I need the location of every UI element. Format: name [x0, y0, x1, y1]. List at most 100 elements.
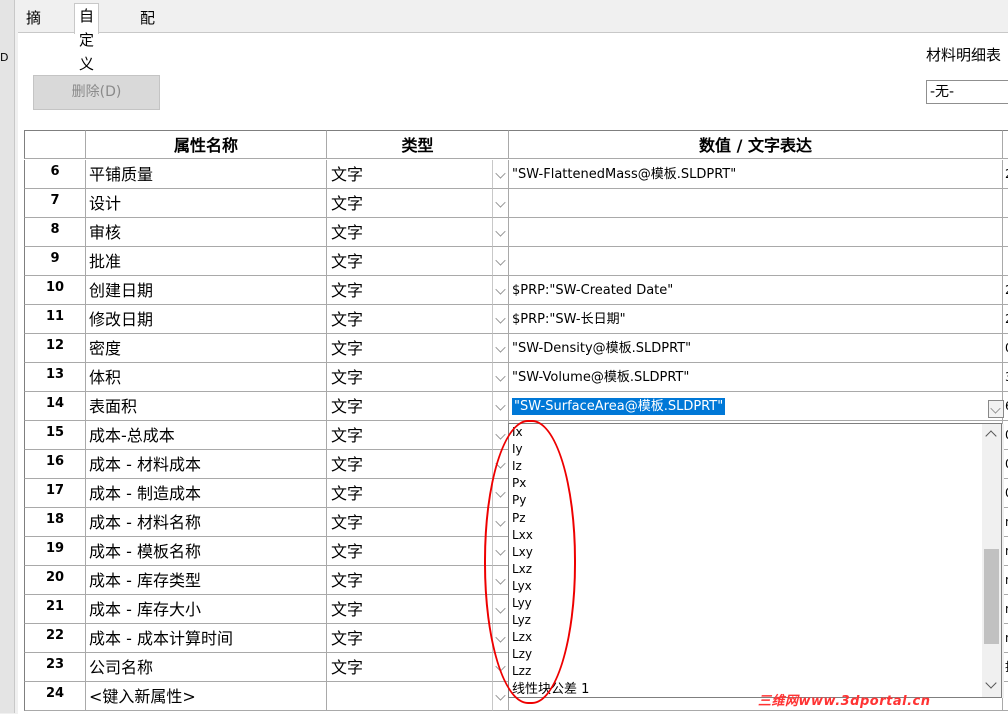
- type-cell[interactable]: 文字: [327, 392, 492, 421]
- property-name-cell[interactable]: 公司名称: [86, 653, 327, 682]
- type-cell[interactable]: 文字: [327, 247, 492, 276]
- type-cell[interactable]: 文字: [327, 421, 492, 450]
- type-cell[interactable]: 文字: [327, 363, 492, 392]
- dropdown-option[interactable]: Ix: [512, 424, 523, 441]
- type-dropdown-button[interactable]: [492, 508, 509, 537]
- type-cell[interactable]: 文字: [327, 276, 492, 305]
- type-dropdown-button[interactable]: [492, 160, 509, 189]
- type-dropdown-button[interactable]: [492, 566, 509, 595]
- dropdown-option[interactable]: Lzz: [512, 663, 531, 680]
- type-cell[interactable]: 文字: [327, 566, 492, 595]
- type-cell[interactable]: 文字: [327, 305, 492, 334]
- table-row[interactable]: 12密度文字 "SW-Density@模板.SLDPRT" 0: [24, 334, 1008, 363]
- property-name-cell[interactable]: 成本 - 制造成本: [86, 479, 327, 508]
- dropdown-option[interactable]: Lxz: [512, 561, 532, 578]
- property-name-cell[interactable]: 成本 - 材料成本: [86, 450, 327, 479]
- property-name-cell[interactable]: 成本 - 模板名称: [86, 537, 327, 566]
- property-name-cell[interactable]: 成本-总成本: [86, 421, 327, 450]
- type-dropdown-button[interactable]: [492, 537, 509, 566]
- table-row[interactable]: 6平铺质量文字 "SW-FlattenedMass@模板.SLDPRT" 2: [24, 160, 1008, 189]
- property-name-cell[interactable]: 表面积: [86, 392, 327, 421]
- tab-custom[interactable]: 自定义: [74, 3, 100, 73]
- property-name-cell[interactable]: 审核: [86, 218, 327, 247]
- type-dropdown-button[interactable]: [492, 450, 509, 479]
- tab-summary[interactable]: 摘要: [22, 6, 45, 51]
- dropdown-option[interactable]: Pz: [512, 510, 526, 527]
- value-cell[interactable]: "SW-SurfaceArea@模板.SLDPRT": [509, 392, 1003, 421]
- scroll-down-icon[interactable]: [985, 677, 997, 689]
- value-cell[interactable]: [509, 247, 1003, 276]
- type-cell[interactable]: 文字: [327, 624, 492, 653]
- table-row[interactable]: 7 设计 文字: [24, 189, 1008, 218]
- dropdown-option[interactable]: Lxy: [512, 544, 533, 561]
- table-row[interactable]: 14表面积文字"SW-SurfaceArea@模板.SLDPRT"6: [24, 392, 1008, 421]
- value-cell[interactable]: [509, 218, 1003, 247]
- type-cell[interactable]: 文字: [327, 189, 492, 218]
- property-name-cell[interactable]: 平铺质量: [86, 160, 327, 189]
- type-cell[interactable]: 文字: [327, 334, 492, 363]
- type-dropdown-button[interactable]: [492, 682, 509, 711]
- property-name-cell[interactable]: 成本 - 材料名称: [86, 508, 327, 537]
- value-cell[interactable]: "SW-Volume@模板.SLDPRT": [509, 363, 1003, 392]
- property-name-cell[interactable]: 成本 - 成本计算时间: [86, 624, 327, 653]
- dropdown-option[interactable]: Lzx: [512, 629, 532, 646]
- type-dropdown-button[interactable]: [492, 363, 509, 392]
- dropdown-option[interactable]: Lyy: [512, 595, 532, 612]
- type-cell[interactable]: [327, 682, 492, 711]
- property-name-cell[interactable]: 成本 - 库存类型: [86, 566, 327, 595]
- type-cell[interactable]: 文字: [327, 653, 492, 682]
- type-cell[interactable]: 文字: [327, 450, 492, 479]
- dropdown-scrollbar[interactable]: [982, 424, 1001, 697]
- type-dropdown-button[interactable]: [492, 305, 509, 334]
- value-cell[interactable]: $PRP:"SW-长日期": [509, 305, 1003, 334]
- delete-button[interactable]: 删除(D): [33, 75, 160, 110]
- scroll-up-icon[interactable]: [985, 430, 997, 442]
- table-row[interactable]: 10创建日期文字 $PRP:"SW-Created Date" 2: [24, 276, 1008, 305]
- header-type[interactable]: 类型: [327, 130, 509, 159]
- dropdown-option[interactable]: 线性块公差 1: [512, 681, 589, 697]
- table-row[interactable]: 13体积文字 "SW-Volume@模板.SLDPRT" 3: [24, 363, 1008, 392]
- dropdown-option[interactable]: Lzy: [512, 646, 532, 663]
- bom-quantity-select[interactable]: -无-: [926, 80, 1008, 104]
- property-name-cell[interactable]: 体积: [86, 363, 327, 392]
- type-cell[interactable]: 文字: [327, 508, 492, 537]
- dropdown-option[interactable]: Lyz: [512, 612, 531, 629]
- header-value[interactable]: 数值 / 文字表达: [509, 130, 1003, 159]
- type-dropdown-button[interactable]: [492, 624, 509, 653]
- type-dropdown-button[interactable]: [492, 334, 509, 363]
- property-name-cell[interactable]: 修改日期: [86, 305, 327, 334]
- type-cell[interactable]: 文字: [327, 479, 492, 508]
- value-dropdown-button[interactable]: [988, 400, 1004, 418]
- value-cell[interactable]: "SW-FlattenedMass@模板.SLDPRT": [509, 160, 1003, 189]
- dropdown-option[interactable]: Lxx: [512, 527, 533, 544]
- type-dropdown-button[interactable]: [492, 653, 509, 682]
- value-cell[interactable]: $PRP:"SW-Created Date": [509, 276, 1003, 305]
- type-dropdown-button[interactable]: [492, 247, 509, 276]
- type-cell[interactable]: 文字: [327, 537, 492, 566]
- header-property-name[interactable]: 属性名称: [86, 130, 327, 159]
- value-dropdown-list[interactable]: Ix Iy Iz Px Py Pz Lxx Lxy Lxz Lyx Lyy Lyz Lzx Lzy Lzz 线…: [508, 423, 1002, 698]
- type-dropdown-button[interactable]: [492, 595, 509, 624]
- table-row[interactable]: 11修改日期文字 $PRP:"SW-长日期" 2: [24, 305, 1008, 334]
- tab-configuration-specific[interactable]: 配置特定: [136, 6, 159, 99]
- type-dropdown-button[interactable]: [492, 189, 509, 218]
- dropdown-option[interactable]: Lyx: [512, 578, 532, 595]
- type-cell[interactable]: 文字: [327, 595, 492, 624]
- property-name-cell[interactable]: 设计: [86, 189, 327, 218]
- value-cell[interactable]: "SW-Density@模板.SLDPRT": [509, 334, 1003, 363]
- dropdown-option[interactable]: Py: [512, 492, 526, 509]
- dropdown-option[interactable]: Px: [512, 475, 526, 492]
- type-dropdown-button[interactable]: [492, 421, 509, 450]
- property-name-cell[interactable]: 成本 - 库存大小: [86, 595, 327, 624]
- property-name-cell[interactable]: 批准: [86, 247, 327, 276]
- type-cell[interactable]: 文字: [327, 218, 492, 247]
- property-name-cell[interactable]: <键入新属性>: [86, 682, 327, 711]
- table-row[interactable]: 8 审核 文字: [24, 218, 1008, 247]
- type-dropdown-button[interactable]: [492, 392, 509, 421]
- scrollbar-thumb[interactable]: [984, 549, 999, 644]
- type-dropdown-button[interactable]: [492, 276, 509, 305]
- dropdown-option[interactable]: Iz: [512, 458, 522, 475]
- table-row[interactable]: 9 批准 文字: [24, 247, 1008, 276]
- property-name-cell[interactable]: 创建日期: [86, 276, 327, 305]
- dropdown-option[interactable]: Iy: [512, 441, 523, 458]
